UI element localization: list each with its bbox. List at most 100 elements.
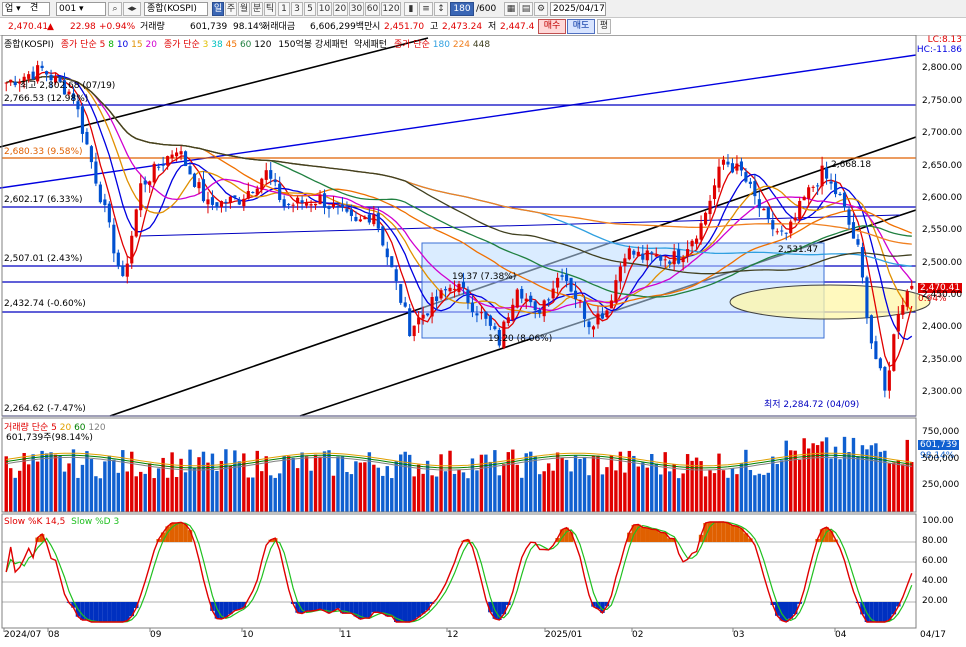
volume-ma-line [6, 452, 912, 467]
overbought-fill [649, 529, 654, 542]
oversold-fill [232, 602, 238, 611]
period-label: 견 [30, 3, 39, 13]
volume-bar [318, 456, 322, 512]
eval-button[interactable]: 평 [597, 19, 611, 34]
sell-button[interactable]: 매도 [567, 19, 595, 34]
volume-bar [98, 478, 103, 512]
volume-bar [730, 468, 735, 512]
volume-bar [739, 463, 744, 512]
candle-body [112, 224, 116, 254]
candle-body [40, 65, 44, 69]
candle-body [98, 184, 102, 203]
gear-icon[interactable]: ⚙ [534, 2, 548, 16]
overlay-icon[interactable]: ≡ [419, 2, 433, 16]
table-icon[interactable]: ▤ [519, 2, 533, 16]
candle-body [291, 204, 295, 206]
volume-bar [147, 463, 152, 512]
volume-current: 601,739주(98.14%) [6, 433, 93, 443]
overbought-fill [716, 522, 722, 542]
volume-bar [13, 477, 17, 512]
volume-bar [210, 453, 215, 512]
level-label-5: 2,432.74 (-0.60%) [4, 299, 86, 309]
candle-body [121, 265, 125, 276]
candle-body [681, 257, 685, 263]
candle-body [587, 321, 591, 328]
prev-next-icon[interactable]: ◂▸ [123, 2, 141, 16]
tab-min-30[interactable]: 30 [349, 2, 364, 16]
search-icon[interactable]: ⌕ [108, 2, 122, 16]
tab-min-10[interactable]: 10 [317, 2, 332, 16]
tab-week[interactable]: 주 [225, 2, 237, 16]
tab-month[interactable]: 월 [238, 2, 250, 16]
overbought-fill [640, 527, 646, 542]
candle-body [278, 183, 282, 200]
candle-body [547, 299, 551, 301]
volume-bar [551, 470, 555, 512]
volume-bar [107, 455, 112, 512]
candle-body [753, 181, 757, 197]
tab-min-60[interactable]: 60 [365, 2, 380, 16]
value-amount: 6,606,299백만 [310, 22, 373, 32]
candle-body [385, 248, 389, 258]
chart-type-icon[interactable]: ▮ [404, 2, 418, 16]
candle-body [663, 259, 667, 261]
volume-bar [667, 471, 672, 512]
ma-line [6, 76, 912, 245]
oversold-fill [349, 602, 354, 614]
volume-bar [251, 477, 255, 512]
price-chart[interactable] [0, 35, 966, 647]
volume-bar [762, 474, 766, 512]
candle-body [430, 297, 434, 317]
candle-body [197, 182, 201, 189]
tab-day[interactable]: 일 [212, 2, 224, 16]
candle-body [529, 295, 533, 303]
buy-button[interactable]: 매수 [538, 19, 566, 34]
candle-body [573, 290, 578, 300]
low-value: 2,447.4 [500, 22, 535, 32]
volume-bar [910, 462, 914, 512]
date-input[interactable]: 2025/04/17 [550, 2, 606, 16]
volume-bar [416, 464, 421, 512]
tab-minute[interactable]: 분 [251, 2, 263, 16]
candle-body [650, 252, 654, 254]
candle-body [775, 231, 779, 233]
candle-body [726, 161, 730, 165]
tab-min-5[interactable]: 5 [304, 2, 316, 16]
candle-body [730, 163, 735, 173]
candle-body [228, 196, 232, 203]
candle-body [645, 250, 649, 261]
candle-body [708, 200, 712, 215]
volume-bar [273, 477, 277, 512]
volume-bar [479, 454, 484, 512]
candle-body [381, 226, 385, 246]
candle-body [717, 166, 721, 188]
overbought-fill [645, 527, 650, 542]
volume-bar [116, 472, 121, 512]
tab-min-1[interactable]: 1 [278, 2, 290, 16]
volume-bar [286, 456, 291, 512]
stoch-tick-label: 80.00 [922, 536, 948, 546]
up-arrow-icon: ▲ [47, 22, 54, 32]
tab-min-3[interactable]: 3 [291, 2, 303, 16]
grid-icon[interactable]: ▦ [504, 2, 518, 16]
volume-bar [797, 459, 802, 512]
peak-label: 2,668.18 [831, 160, 872, 170]
candle-body [636, 251, 640, 257]
code-input[interactable]: 001 ▾ [56, 2, 106, 16]
overbought-fill [730, 525, 735, 542]
count-badge[interactable]: 180 [450, 2, 474, 16]
volume-bar [403, 451, 407, 512]
ruler-icon[interactable]: ↕ [434, 2, 448, 16]
candle-body [488, 315, 492, 326]
volume-bar [564, 459, 569, 512]
lc-label: LC:8.13 [927, 35, 962, 45]
tab-min-120[interactable]: 120 [381, 2, 401, 16]
candle-body [305, 202, 309, 206]
tab-min-20[interactable]: 20 [333, 2, 348, 16]
tab-tick[interactable]: 틱 [264, 2, 276, 16]
candle-body [614, 280, 618, 303]
open-label: 시 [372, 22, 381, 32]
candle-body [690, 240, 694, 247]
volume-bar [623, 472, 627, 512]
volume-bar [85, 451, 89, 512]
